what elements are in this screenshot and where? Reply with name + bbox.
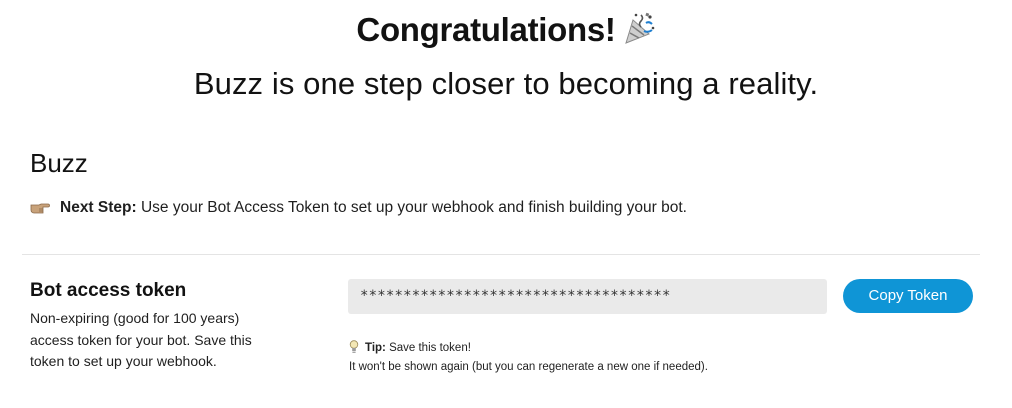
access-token-field[interactable]: ************************************ <box>348 279 827 314</box>
party-popper-icon <box>622 11 656 56</box>
tip-label: Tip: <box>365 342 386 354</box>
token-section-heading: Bot access token <box>30 280 187 301</box>
section-divider <box>22 254 980 255</box>
copy-token-button[interactable]: Copy Token <box>843 279 973 313</box>
token-description: Non-expiring (good for 100 years) access… <box>30 310 252 369</box>
next-step-label: Next Step: <box>60 199 137 216</box>
pointing-hand-icon <box>30 199 50 221</box>
tip-note: It won't be shown again (but you can reg… <box>349 361 708 373</box>
hero-title: Congratulations! <box>356 11 616 48</box>
lightbulb-icon <box>349 340 359 359</box>
hero-subtitle: Buzz is one step closer to becoming a re… <box>193 66 819 101</box>
hero-section: Congratulations! Buzz is one step closer… <box>0 8 1012 104</box>
tip-message: Tip: Save this token! <box>349 339 471 359</box>
bot-name-heading: Buzz <box>30 148 88 178</box>
hero-title-row: Congratulations! <box>0 8 1012 56</box>
next-step-text: Use your Bot Access Token to set up your… <box>140 199 687 216</box>
bot-created-page: Congratulations! Buzz is one step closer… <box>0 0 1012 408</box>
next-step-message: Next Step: Use your Bot Access Token to … <box>30 198 687 221</box>
tip-text: Save this token! <box>389 342 471 354</box>
